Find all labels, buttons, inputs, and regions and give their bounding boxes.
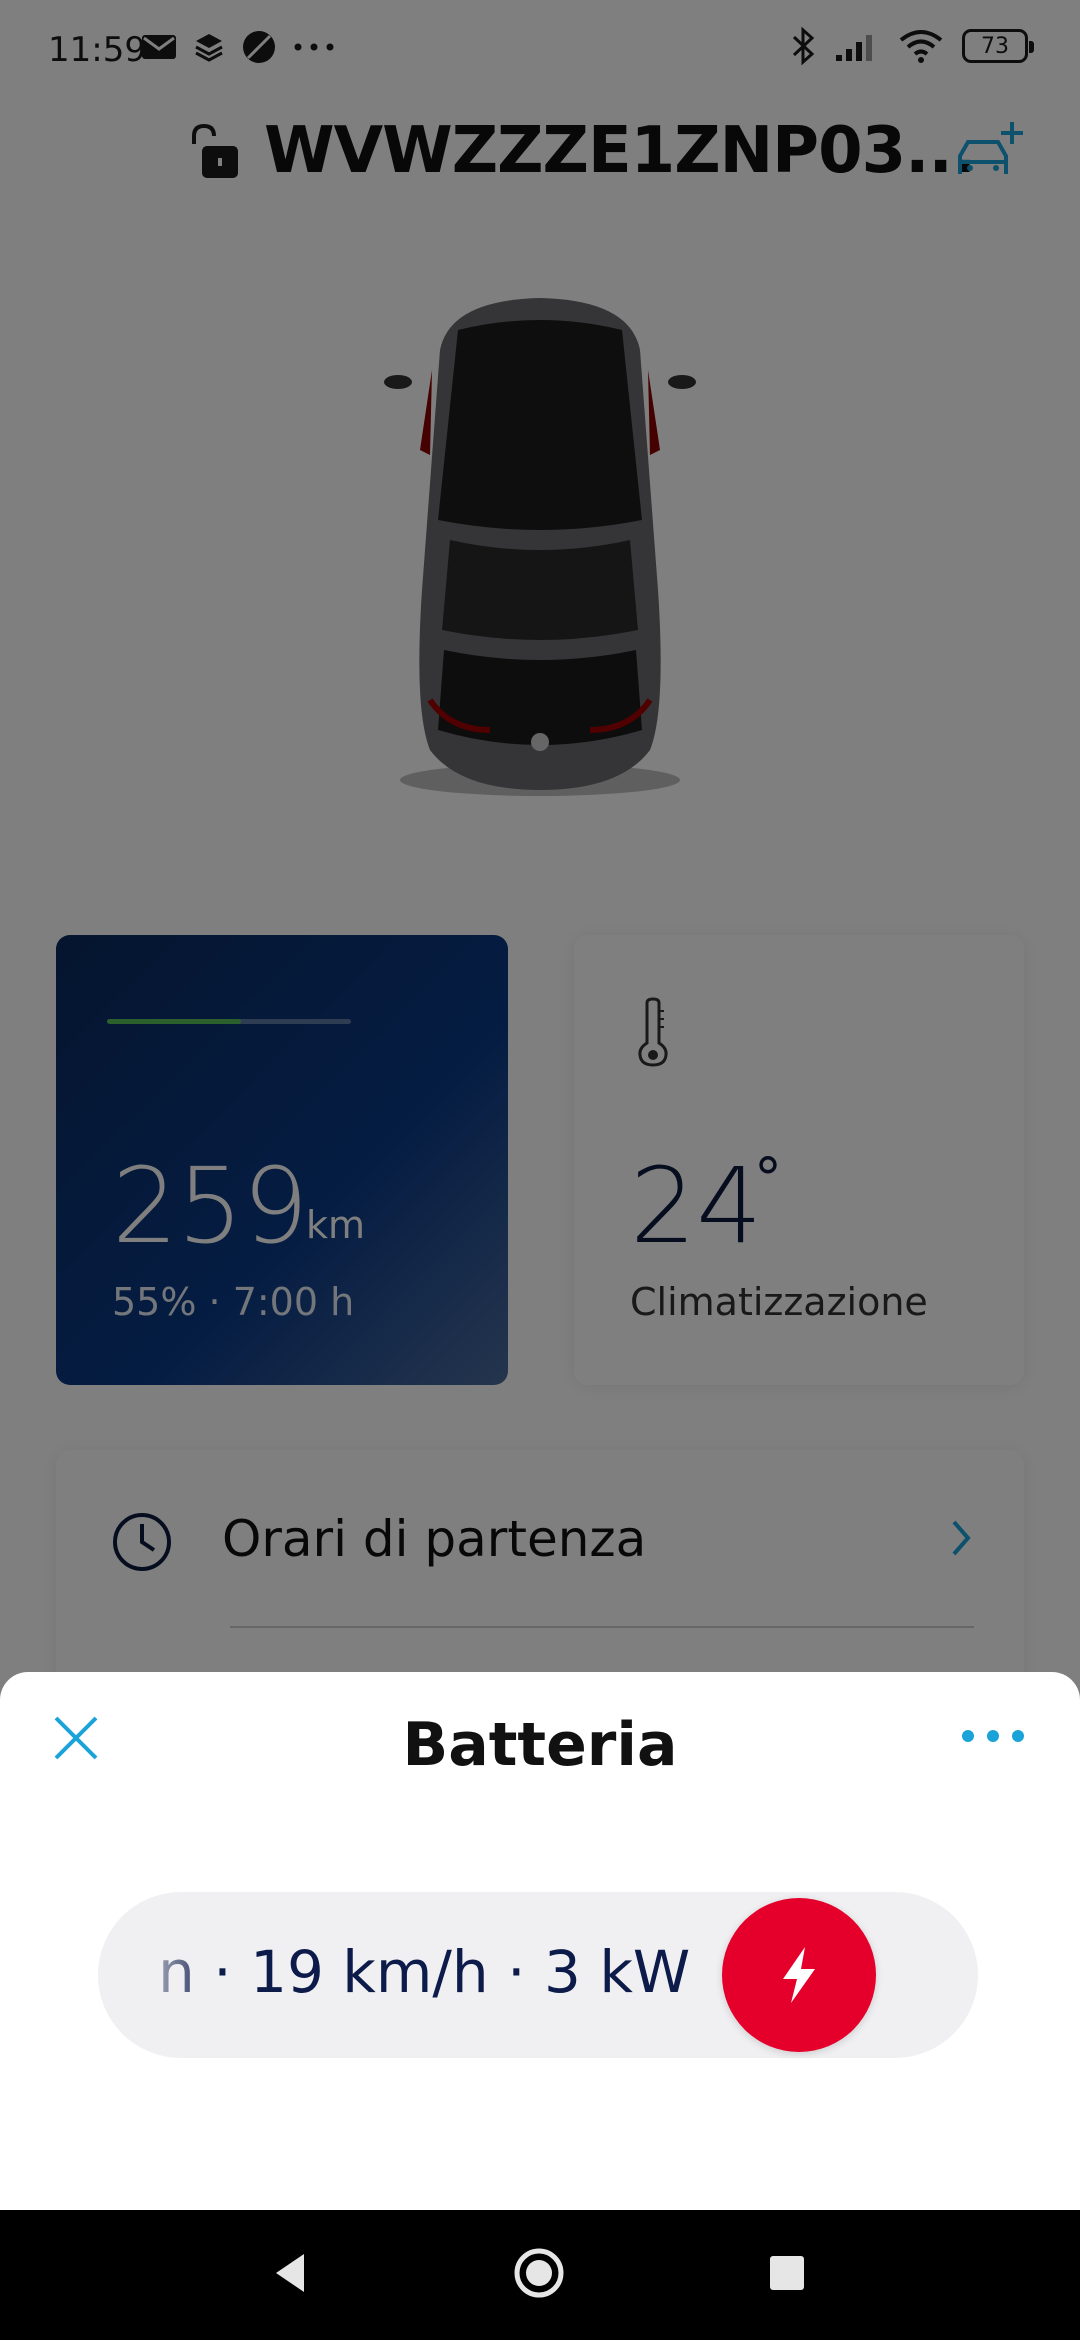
charging-info-text: n · 19 km/h · 3 kW (158, 1938, 691, 2006)
back-icon[interactable] (270, 2250, 310, 2296)
sheet-title: Batteria (402, 1710, 678, 1780)
charge-button[interactable] (722, 1898, 876, 2052)
charging-text-fade (98, 1892, 218, 2058)
recents-icon[interactable] (770, 2256, 804, 2290)
battery-bottom-sheet: Batteria n · 19 km/h · 3 kW (0, 1672, 1080, 2210)
lightning-bolt-icon (783, 1947, 815, 2003)
system-navigation-bar (0, 2210, 1080, 2340)
more-options-icon[interactable] (958, 1716, 1028, 1756)
home-icon[interactable] (512, 2246, 566, 2300)
